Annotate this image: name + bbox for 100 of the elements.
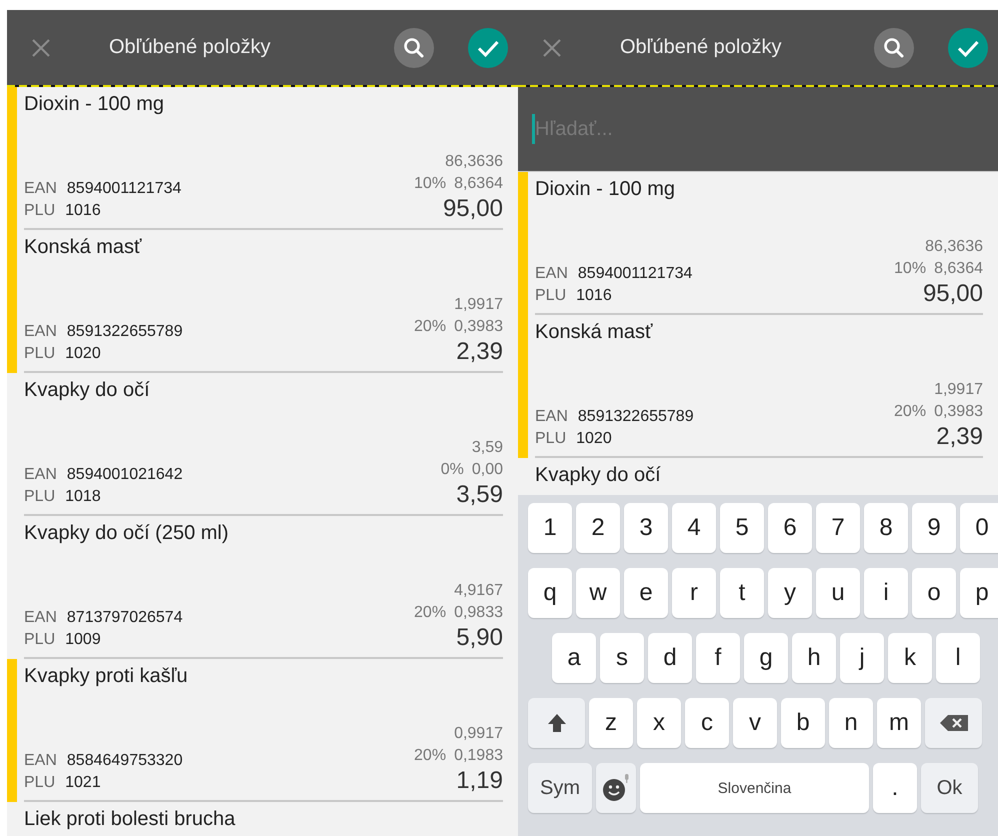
screen-title: Obľúbené položky <box>109 36 272 59</box>
key-button[interactable]: . <box>873 763 917 813</box>
key-button[interactable]: y <box>768 568 812 618</box>
vat-rate: 20% <box>414 747 446 765</box>
key-button[interactable]: c <box>685 698 729 748</box>
key-button[interactable]: k <box>888 633 932 683</box>
ean-code: 8591322655789 <box>578 408 694 426</box>
shift-key[interactable] <box>528 698 585 748</box>
key-button[interactable]: z <box>589 698 633 748</box>
key-button[interactable]: 8 <box>864 503 908 553</box>
product-name[interactable]: Konská masť <box>24 230 503 259</box>
plu-code: 1009 <box>65 631 101 649</box>
plu-label: PLU <box>24 202 56 220</box>
text-cursor-icon <box>532 114 535 144</box>
vat-rate: 20% <box>894 403 926 421</box>
key-button[interactable]: 0 <box>960 503 998 553</box>
plu-code: 1016 <box>65 202 101 220</box>
price: 95,00 <box>922 280 983 308</box>
key-button[interactable]: 4 <box>672 503 716 553</box>
product-name[interactable]: Kvapky proti kašľu <box>24 659 503 688</box>
key-button[interactable]: d <box>648 633 692 683</box>
key-button[interactable]: t <box>720 568 764 618</box>
plu-label: PLU <box>24 631 56 649</box>
price: 1,19 <box>456 767 503 795</box>
key-button[interactable]: m <box>877 698 921 748</box>
plu-code: 1018 <box>65 488 101 506</box>
screen-title: Obľúbené položky <box>620 36 782 59</box>
ean-code: 8594001121734 <box>66 180 182 198</box>
vat-rate: 0% <box>440 461 464 479</box>
price: 5,90 <box>456 624 503 652</box>
up-arrow-icon <box>546 713 566 733</box>
vat-amount: 0,1983 <box>454 747 503 765</box>
key-button[interactable]: 5 <box>720 503 764 553</box>
product-name[interactable]: Kvapky do očí <box>535 458 983 487</box>
symbols-key[interactable]: Sym <box>528 763 592 813</box>
price: 3,59 <box>456 481 503 509</box>
vat-amount: 0,9833 <box>454 604 503 622</box>
space-bar[interactable]: Slovenčina <box>640 763 869 813</box>
search-button[interactable] <box>394 28 434 68</box>
key-button[interactable]: j <box>840 633 884 683</box>
search-button[interactable] <box>874 28 914 68</box>
confirm-button[interactable] <box>468 28 508 68</box>
product-name[interactable]: Kvapky do očí <box>24 373 503 402</box>
product-name[interactable]: Dioxin - 100 mg <box>535 172 983 201</box>
ean-code: 8591322655789 <box>66 323 183 341</box>
ean-label: EAN <box>24 323 57 341</box>
product-name[interactable]: Kvapky do očí (250 ml) <box>24 516 503 545</box>
plu-code: 1020 <box>65 345 101 363</box>
ok-key[interactable]: Ok <box>921 763 978 813</box>
key-button[interactable]: 2 <box>576 503 620 553</box>
key-button[interactable]: g <box>744 633 788 683</box>
net-price: 86,3636 <box>445 153 503 171</box>
backspace-key[interactable] <box>925 698 982 748</box>
emoji-key[interactable] <box>596 763 636 813</box>
net-price: 4,9167 <box>454 582 503 600</box>
ean-code: 8594001021642 <box>66 466 183 484</box>
vat-amount: 0,3983 <box>934 403 983 421</box>
product-name[interactable]: Dioxin - 100 mg <box>24 87 503 116</box>
ean-label: EAN <box>24 180 57 198</box>
product-name[interactable]: Konská masť <box>535 315 983 344</box>
key-button[interactable]: o <box>912 568 956 618</box>
net-price: 1,9917 <box>934 381 983 399</box>
price: 95,00 <box>442 195 503 223</box>
key-button[interactable]: 7 <box>816 503 860 553</box>
vat-amount: 8,6364 <box>454 175 503 193</box>
smiley-icon <box>601 773 631 803</box>
ean-code: 8713797026574 <box>66 609 183 627</box>
key-button[interactable]: 3 <box>624 503 668 553</box>
key-button[interactable]: w <box>576 568 620 618</box>
key-button[interactable]: f <box>696 633 740 683</box>
key-button[interactable]: 6 <box>768 503 812 553</box>
plu-code: 1020 <box>576 430 612 448</box>
confirm-button[interactable] <box>948 28 988 68</box>
plu-label: PLU <box>535 430 566 448</box>
vat-rate: 20% <box>414 318 446 336</box>
key-button[interactable]: s <box>600 633 644 683</box>
ean-code: 8594001121734 <box>578 265 692 283</box>
price: 2,39 <box>936 423 983 451</box>
key-button[interactable]: v <box>733 698 777 748</box>
key-button[interactable]: u <box>816 568 860 618</box>
key-button[interactable]: q <box>528 568 572 618</box>
ean-label: EAN <box>535 265 568 283</box>
ean-label: EAN <box>24 752 57 770</box>
key-button[interactable]: r <box>672 568 716 618</box>
ean-code: 8584649753320 <box>66 752 183 770</box>
key-button[interactable]: a <box>552 633 596 683</box>
key-button[interactable]: b <box>781 698 825 748</box>
key-button[interactable]: x <box>637 698 681 748</box>
key-button[interactable]: i <box>864 568 908 618</box>
key-button[interactable]: h <box>792 633 836 683</box>
ean-label: EAN <box>24 466 57 484</box>
key-button[interactable]: p <box>960 568 998 618</box>
key-button[interactable]: 9 <box>912 503 956 553</box>
plu-label: PLU <box>24 488 56 506</box>
key-button[interactable]: 1 <box>528 503 572 553</box>
key-button[interactable]: l <box>936 633 980 683</box>
plu-label: PLU <box>24 774 56 792</box>
product-name[interactable]: Liek proti bolesti brucha <box>24 802 503 831</box>
key-button[interactable]: n <box>829 698 873 748</box>
key-button[interactable]: e <box>624 568 668 618</box>
